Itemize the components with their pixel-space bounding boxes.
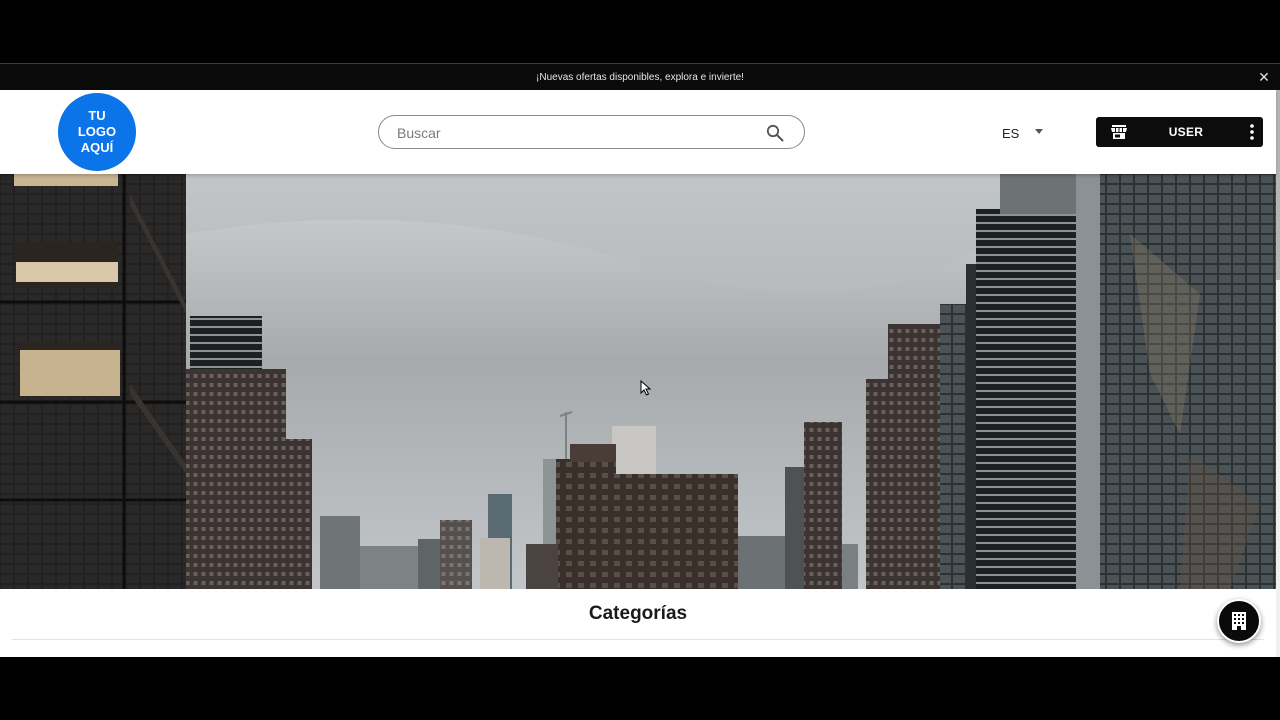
announcement-text: ¡Nuevas ofertas disponibles, explora e i… [536, 71, 744, 83]
categories-section: Categorías [0, 589, 1276, 657]
hero-banner [0, 174, 1276, 589]
video-letterbox-top [0, 0, 1280, 63]
city-skyline-photo [0, 174, 1276, 589]
scrollbar-thumb[interactable] [1276, 90, 1280, 280]
search-icon[interactable] [766, 124, 784, 142]
site-logo[interactable]: TU LOGO AQUÍ [58, 93, 136, 171]
categories-title: Categorías [588, 603, 688, 624]
caret-down-icon [1035, 129, 1043, 134]
search-bar [378, 115, 805, 149]
floating-action-button[interactable] [1217, 599, 1261, 643]
video-letterbox-bottom [0, 657, 1280, 720]
announcement-bar: ¡Nuevas ofertas disponibles, explora e i… [0, 63, 1280, 90]
browser-viewport: ¡Nuevas ofertas disponibles, explora e i… [0, 63, 1280, 657]
language-selector[interactable]: ES [1002, 124, 1043, 142]
user-label: USER [1168, 125, 1204, 139]
more-vertical-icon[interactable] [1247, 123, 1257, 141]
building-icon [1232, 612, 1246, 630]
mouse-cursor-icon [640, 380, 652, 396]
search-input[interactable] [397, 122, 757, 144]
user-button[interactable]: USER [1096, 117, 1263, 147]
logo-line-3: AQUÍ [80, 140, 114, 155]
logo-line-2: LOGO [77, 124, 117, 139]
section-divider [12, 639, 1264, 640]
language-label: ES [1002, 125, 1020, 141]
site-header: TU LOGO AQUÍ ES USER [0, 90, 1276, 174]
store-icon [1111, 125, 1127, 139]
page-scrollbar[interactable] [1276, 90, 1280, 657]
close-icon[interactable]: ✕ [1256, 69, 1272, 85]
logo-line-1: TU [88, 108, 106, 123]
